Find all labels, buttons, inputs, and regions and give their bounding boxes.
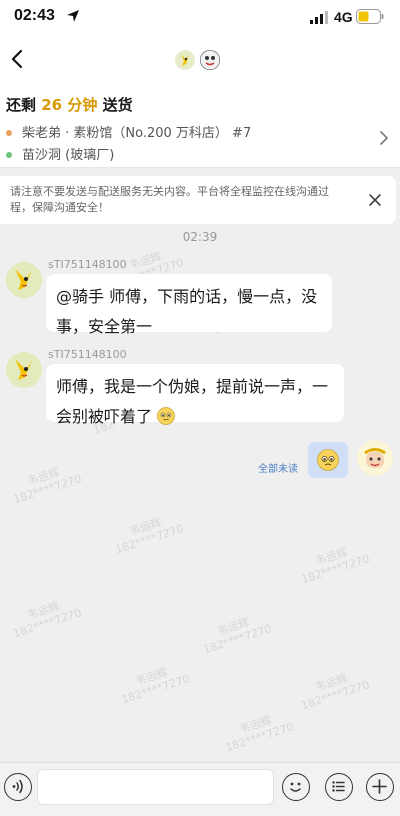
message-input[interactable] — [37, 769, 274, 805]
close-icon[interactable] — [368, 193, 382, 207]
read-status: 全部未读 — [258, 464, 298, 475]
voice-icon — [12, 779, 23, 794]
chevron-right-icon[interactable] — [378, 130, 390, 146]
watermark: 韦运辉182****7270 — [119, 665, 192, 707]
battery-icon — [356, 9, 384, 24]
destination-row: 苗沙洞 (玻璃厂) — [6, 144, 114, 163]
destination-name: 苗沙洞 (玻璃厂) — [22, 148, 115, 163]
customer-avatar[interactable] — [6, 352, 42, 388]
order-card[interactable]: 还剩 26 分钟 送货 柴老弟 · 素粉馆（No.200 万科店） #7 苗沙洞… — [0, 86, 400, 168]
store-dot — [6, 129, 12, 136]
notice-text: 请注意不要发送与配送服务无关内容。平台将全程监控在线沟通过程，保障沟通安全！ — [10, 185, 329, 214]
message-text: 师傅，我是一个伪娘，提前说一声，一会别被吓着了 — [56, 377, 329, 426]
store-row: 柴老弟 · 素粉馆（No.200 万科店） #7 — [6, 122, 251, 141]
smile-icon — [290, 782, 301, 792]
input-bar — [0, 762, 400, 816]
watermark: 韦运辉182****7270 — [299, 671, 372, 713]
more-button[interactable] — [366, 773, 394, 801]
minutes-remaining: 26 分钟 — [41, 96, 98, 114]
store-name: 柴老弟 · 素粉馆（No.200 万科店） #7 — [22, 126, 252, 141]
outgoing-message-bubble[interactable] — [308, 442, 348, 478]
emoji-button[interactable] — [282, 773, 310, 801]
signal-icon — [310, 11, 328, 24]
plus-icon — [372, 779, 387, 794]
chat-timestamp: 02:39 — [182, 230, 218, 244]
customer-avatar[interactable] — [6, 262, 42, 298]
sender-name: sTI751148100 — [48, 258, 127, 271]
safety-notice: 请注意不要发送与配送服务无关内容。平台将全程监控在线沟通过程，保障沟通安全！ — [0, 176, 396, 224]
message-text: @骑手 师傅，下雨的话，慢一点，没事，安全第一 — [56, 287, 318, 336]
nav-bar — [0, 34, 400, 86]
watermark: 韦运辉182****7270 — [201, 615, 274, 657]
watermark: 韦运辉182****7270 — [11, 465, 84, 507]
customer-avatar — [175, 50, 195, 70]
sender-name: sTI751148100 — [48, 348, 127, 361]
location-arrow-icon — [67, 10, 79, 22]
chevron-left-icon[interactable] — [8, 48, 28, 70]
list-icon — [332, 781, 345, 792]
status-time: 02:43 — [14, 7, 55, 24]
rider-avatar — [200, 50, 220, 70]
status-bar: 02:43 4G — [0, 0, 400, 34]
watermark: 韦运辉182****7270 — [11, 599, 84, 641]
message-bubble[interactable]: 师傅，我是一个伪娘，提前说一声，一会别被吓着了 — [46, 364, 344, 426]
quick-reply-button[interactable] — [325, 773, 353, 801]
rider-avatar[interactable] — [357, 440, 393, 476]
voice-button[interactable] — [4, 773, 32, 801]
delivery-countdown: 还剩 26 分钟 送货 — [6, 96, 133, 114]
watermark: 韦运辉182****7270 — [113, 515, 186, 557]
pleading-face-icon — [317, 449, 339, 471]
watermark: 韦运辉182****7270 — [299, 545, 372, 587]
message-bubble[interactable]: @骑手 师傅，下雨的话，慢一点，没事，安全第一 — [46, 274, 332, 336]
network-label: 4G — [334, 9, 353, 25]
watermark: 韦运辉182****7270 — [223, 713, 296, 755]
pleading-face-icon — [157, 407, 176, 425]
destination-dot — [6, 151, 12, 158]
